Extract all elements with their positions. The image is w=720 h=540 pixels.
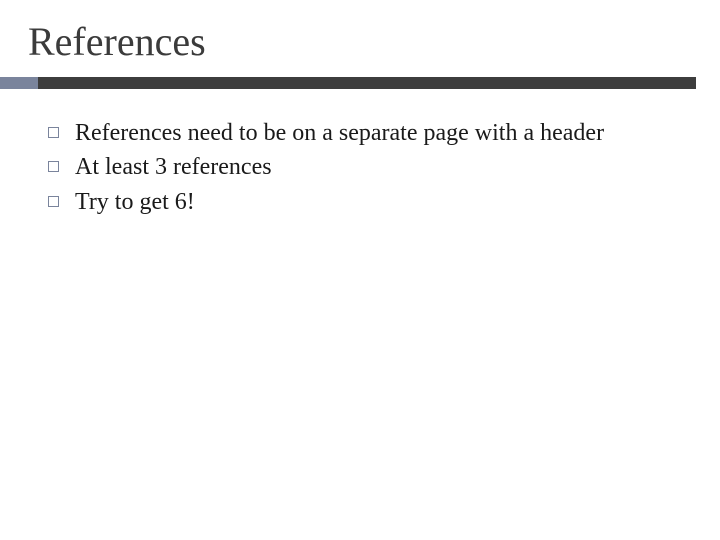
square-bullet-icon bbox=[48, 127, 59, 138]
divider-main-line bbox=[38, 77, 696, 89]
slide-container: References References need to be on a se… bbox=[0, 0, 720, 540]
bullet-text: At least 3 references bbox=[75, 151, 272, 183]
bullet-text: References need to be on a separate page… bbox=[75, 117, 604, 149]
list-item: References need to be on a separate page… bbox=[48, 117, 680, 149]
square-bullet-icon bbox=[48, 196, 59, 207]
list-item: Try to get 6! bbox=[48, 186, 680, 218]
bullet-text: Try to get 6! bbox=[75, 186, 195, 218]
square-bullet-icon bbox=[48, 161, 59, 172]
title-divider bbox=[0, 77, 720, 89]
slide-title: References bbox=[0, 18, 720, 65]
slide-content: References need to be on a separate page… bbox=[0, 117, 720, 218]
list-item: At least 3 references bbox=[48, 151, 680, 183]
divider-accent-block bbox=[0, 77, 38, 89]
